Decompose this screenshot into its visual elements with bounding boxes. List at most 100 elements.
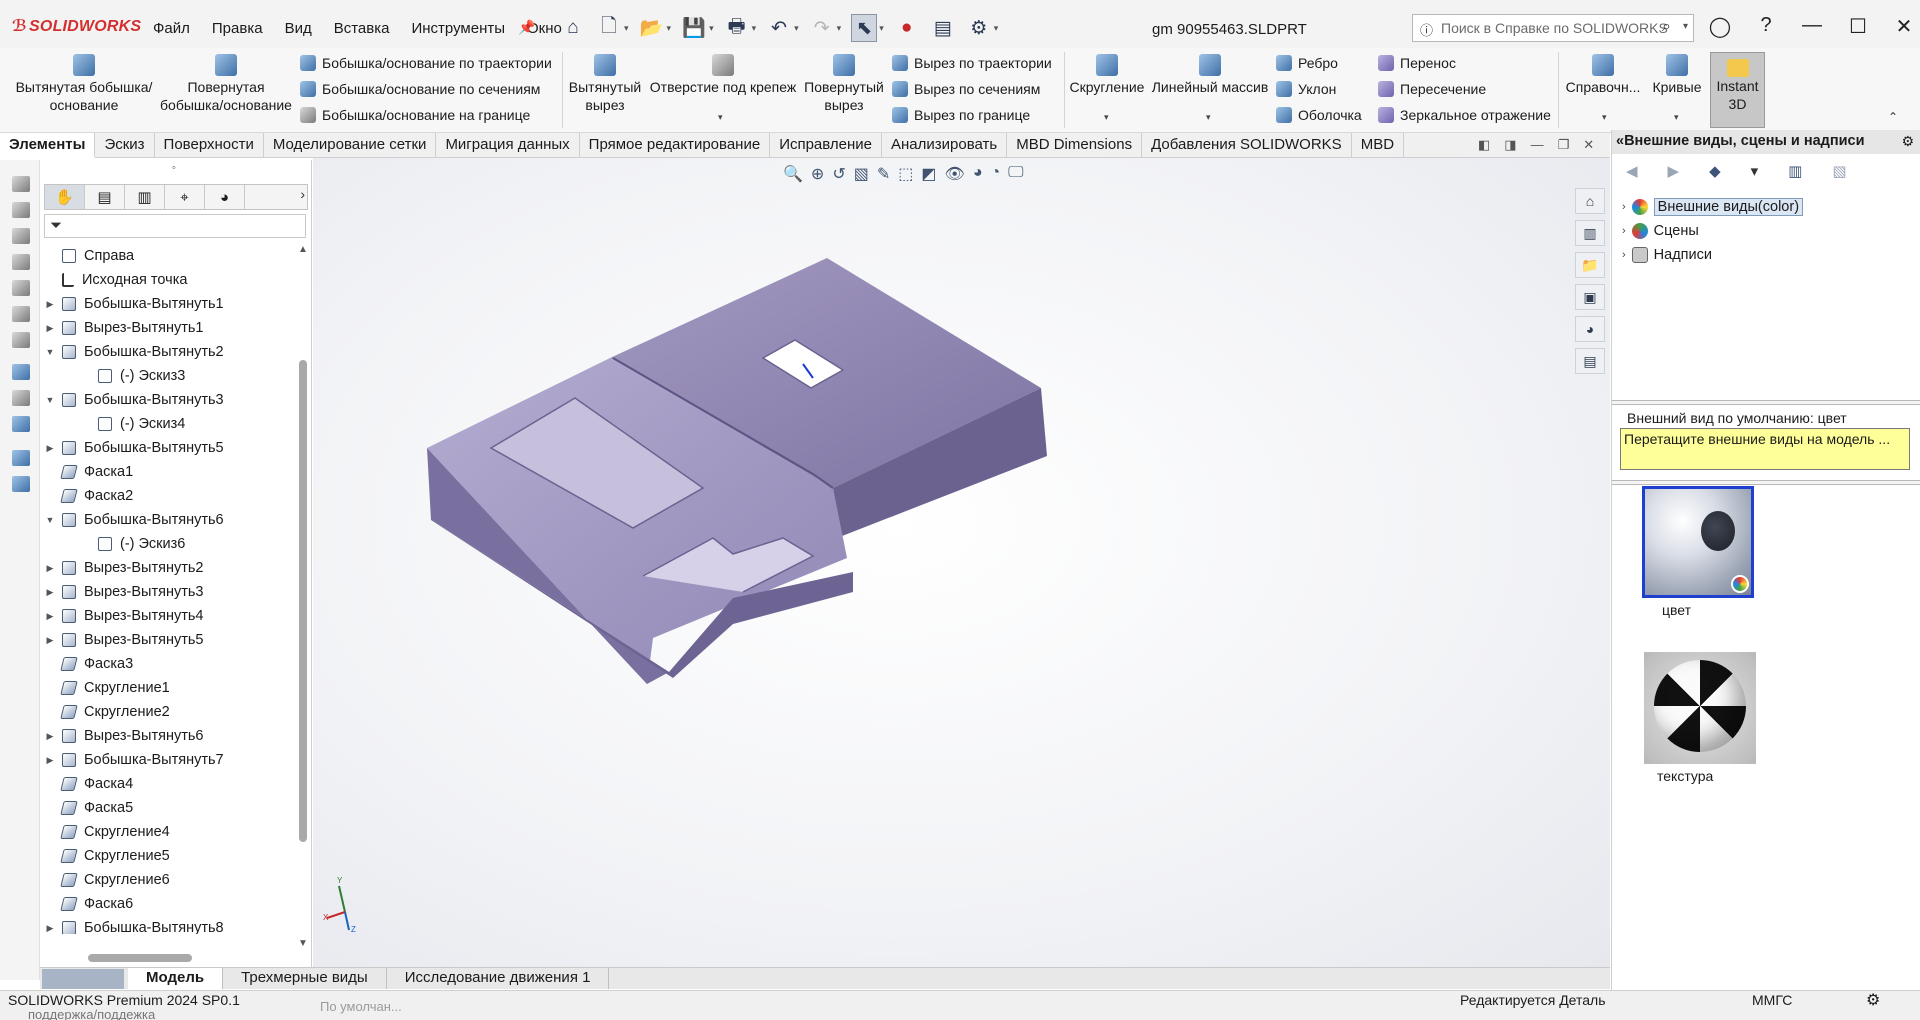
loft-cut-button[interactable]: Вырез по сечениям	[892, 81, 1040, 97]
strip-tool-icon[interactable]	[12, 476, 30, 492]
curves-dropdown-icon[interactable]: ▾	[1674, 112, 1679, 123]
tree-item[interactable]: Скругление5	[44, 844, 170, 868]
tree-item[interactable]: Скругление1	[44, 676, 170, 700]
view-palette-icon[interactable]: ▣	[1575, 284, 1605, 310]
chevron-right-icon[interactable]: ▶	[44, 563, 56, 574]
menu-insert[interactable]: Вставка	[334, 20, 390, 37]
tree-item[interactable]: ▶ Вырез-Вытянуть4	[44, 604, 204, 628]
tree-item[interactable]: ▶ Бобышка-Вытянуть8	[44, 916, 224, 934]
panel-grip[interactable]: ◦	[172, 162, 176, 174]
scroll-thumb[interactable]	[299, 360, 307, 842]
tree-item[interactable]: (-) Эскиз3	[80, 364, 185, 388]
tab-repair[interactable]: Исправление	[770, 133, 882, 158]
pane-splitter[interactable]	[1612, 480, 1920, 485]
viewport-tile-left-icon[interactable]: ◧	[1478, 137, 1490, 153]
strip-tool-icon[interactable]	[12, 390, 30, 406]
chevron-right-icon[interactable]: ›	[1622, 249, 1626, 261]
tree-filter-input[interactable]: ⏷	[44, 214, 306, 238]
minimize-icon[interactable]: —	[1800, 14, 1824, 39]
chevron-right-icon[interactable]: ▶	[44, 755, 56, 766]
chevron-down-icon[interactable]: ▼	[44, 515, 56, 525]
chevron-down-icon[interactable]: ▼	[44, 395, 56, 405]
custom-properties-icon[interactable]: ▤	[1575, 348, 1605, 374]
redo-icon[interactable]: ↷	[809, 14, 835, 42]
new-dropdown-icon[interactable]: ▾	[624, 23, 629, 34]
pin-icon[interactable]: 📌	[518, 19, 535, 36]
options-dropdown-icon[interactable]: ▾	[994, 23, 999, 34]
loft-boss-button[interactable]: Бобышка/основание по сечениям	[300, 81, 540, 97]
tree-item[interactable]: Справа	[44, 244, 134, 268]
home-icon[interactable]: ⌂	[560, 14, 586, 42]
tree-item-appearances[interactable]: › Внешние виды(color)	[1622, 196, 1804, 218]
chevron-right-icon[interactable]: ▶	[44, 323, 56, 334]
graphics-area[interactable]: 🔍 ⊕ ↺ ▧ ✎ ⬚ ◩ 👁 ◕ ◔ 🖵 ⌂ ▥ 📁 ▣ ◕ ▤ Y X Z	[313, 158, 1610, 970]
revolve-cut-button[interactable]: Повернутый вырез	[802, 54, 886, 114]
print-icon[interactable]: 🖶	[724, 14, 750, 42]
chevron-right-icon[interactable]: ›	[1622, 201, 1626, 213]
strip-tool-icon[interactable]	[12, 416, 30, 432]
tree-item[interactable]: ▶ Вырез-Вытянуть5	[44, 628, 204, 652]
tree-item[interactable]: ▶ Бобышка-Вытянуть7	[44, 748, 224, 772]
user-account-icon[interactable]: ◯	[1708, 14, 1732, 39]
status-tools-icon[interactable]: ⚙	[1866, 990, 1880, 1010]
help-search-input[interactable]: ⓘ Поиск в Справке по SOLIDWORKS ⌕ ▾	[1412, 14, 1694, 42]
save-icon[interactable]: 💾	[681, 14, 707, 42]
chevron-right-icon[interactable]: ▶	[44, 635, 56, 646]
rib-button[interactable]: Ребро	[1276, 55, 1338, 71]
help-icon[interactable]: ?	[1754, 14, 1778, 39]
tab-3d-views[interactable]: Трехмерные виды	[223, 968, 387, 989]
search-dropdown-icon[interactable]: ▾	[1683, 21, 1688, 32]
forward-icon[interactable]: ▶	[1668, 162, 1680, 188]
library-dropdown-icon[interactable]: ▾	[1751, 162, 1759, 188]
solidworks-logo[interactable]: ℬ SOLIDWORKS	[12, 16, 141, 36]
chevron-right-icon[interactable]: ▶	[44, 731, 56, 742]
strip-tool-icon[interactable]	[12, 306, 30, 322]
display-manager-tab-icon[interactable]: ◕	[205, 185, 245, 209]
tree-item-decals[interactable]: › Надписи	[1622, 244, 1712, 266]
redo-dropdown-icon[interactable]: ▾	[837, 23, 842, 34]
boundary-boss-button[interactable]: Бобышка/основание на границе	[300, 107, 530, 123]
appearances-scenes-icon[interactable]: ◕	[1575, 316, 1605, 342]
unit-system-selector[interactable]: ММГС	[1752, 992, 1792, 1008]
hole-wizard-dropdown-icon[interactable]: ▾	[718, 112, 723, 123]
tab-evaluate[interactable]: Анализировать	[882, 133, 1008, 158]
tree-item[interactable]: Скругление2	[44, 700, 170, 724]
select-dropdown-icon[interactable]: ▾	[879, 23, 884, 34]
folder-icon[interactable]: ▥	[1788, 162, 1802, 188]
part-model[interactable]	[313, 158, 1610, 970]
strip-tool-icon[interactable]	[12, 450, 30, 466]
chevron-down-icon[interactable]: ▼	[44, 347, 56, 357]
tree-item[interactable]: ▼ Бобышка-Вытянуть3	[44, 388, 224, 412]
strip-tool-icon[interactable]	[12, 332, 30, 348]
viewport-minimize-icon[interactable]: —	[1531, 137, 1544, 153]
file-properties-icon[interactable]: ▤	[930, 14, 956, 42]
chevron-right-icon[interactable]: ▶	[44, 587, 56, 598]
back-icon[interactable]: ◀	[1626, 162, 1638, 188]
new-document-icon[interactable]: 🗋	[596, 14, 622, 42]
menu-tools[interactable]: Инструменты	[411, 20, 505, 37]
linear-pattern-dropdown-icon[interactable]: ▾	[1206, 112, 1211, 123]
scroll-up-icon[interactable]: ▲	[298, 244, 308, 255]
extrude-cut-button[interactable]: Вытянутый вырез	[566, 54, 644, 114]
strip-tool-icon[interactable]	[12, 176, 30, 192]
sweep-cut-button[interactable]: Вырез по траектории	[892, 55, 1052, 71]
menu-file[interactable]: Файл	[153, 20, 190, 37]
revolve-boss-button[interactable]: Повернутая бобышка/основание	[158, 54, 294, 114]
tree-item[interactable]: (-) Эскиз4	[80, 412, 185, 436]
chevron-right-icon[interactable]: ▶	[44, 443, 56, 454]
tree-item[interactable]: Исходная точка	[44, 268, 187, 292]
tree-item[interactable]: Скругление6	[44, 868, 170, 892]
search-icon[interactable]: ⌕	[1662, 18, 1671, 36]
open-icon[interactable]: 📂	[639, 14, 665, 42]
draft-button[interactable]: Уклон	[1276, 81, 1336, 97]
boundary-cut-button[interactable]: Вырез по границе	[892, 107, 1030, 123]
tree-item[interactable]: (-) Эскиз6	[80, 532, 185, 556]
instant3d-button[interactable]: Instant 3D	[1710, 52, 1765, 128]
tree-item[interactable]: Фаска2	[44, 484, 133, 508]
strip-tool-icon[interactable]	[12, 280, 30, 296]
traffic-light-icon[interactable]: ●	[894, 14, 920, 42]
curves-button[interactable]: Кривые	[1646, 54, 1708, 96]
fillet-dropdown-icon[interactable]: ▾	[1104, 112, 1109, 123]
tree-item[interactable]: Фаска5	[44, 796, 133, 820]
fillet-button[interactable]: Скругление	[1068, 54, 1146, 96]
